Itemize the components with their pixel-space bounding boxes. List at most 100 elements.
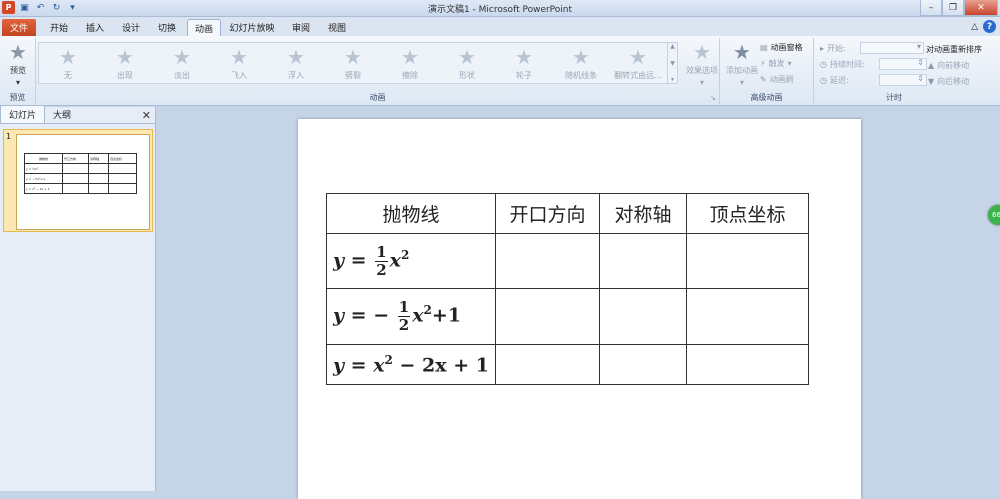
slide-canvas[interactable]: 抛物线 开口方向 对称轴 顶点坐标 y = 1 2 x2 y = − 1 2 x2+1 … (298, 119, 861, 499)
scroll-down-icon[interactable]: ▼ (670, 60, 675, 67)
scroll-up-icon[interactable]: ▲ (670, 43, 675, 50)
animation-split[interactable]: ★ 劈裂 (327, 46, 379, 86)
star-icon: ★ (515, 45, 533, 69)
duration-spinner[interactable] (878, 58, 927, 70)
trigger-button[interactable]: ⚡ 触发 ▾ (760, 58, 792, 69)
header-vertex[interactable]: 顶点坐标 (686, 193, 809, 234)
table-cell[interactable] (599, 344, 687, 385)
dropdown-arrow-icon: ▾ (15, 78, 20, 87)
tab-slideshow[interactable]: 幻灯片放映 (226, 19, 278, 36)
timing-group: ▸开始: ◷持续时间: ◷延迟: 对动画重新排序 ▲向前移动 ▼向后移动 计时 (814, 38, 1000, 104)
gallery-more-icon[interactable]: ▾ (671, 76, 674, 83)
start-field: ▸ 开始: (820, 42, 925, 54)
header-parabola[interactable]: 抛物线 (326, 193, 496, 234)
tab-design[interactable]: 设计 (114, 19, 148, 36)
tab-outline[interactable]: 大纲 (45, 106, 79, 123)
move-earlier-button[interactable]: ▲ 向前移动 (928, 60, 969, 71)
animation-none[interactable]: ★ 无 (42, 46, 94, 86)
equation-cell[interactable]: y = x2 − 2x + 1 (326, 344, 496, 385)
reorder-title: 对动画重新排序 (926, 45, 982, 54)
header-opening-direction[interactable]: 开口方向 (495, 193, 600, 234)
animation-wheel[interactable]: ★ 轮子 (498, 46, 550, 86)
table-cell[interactable] (686, 344, 809, 385)
tab-animations[interactable]: 动画 (187, 19, 221, 36)
animation-appear[interactable]: ★ 出现 (99, 46, 151, 86)
star-icon: ★ (59, 45, 77, 69)
advanced-animation-group: ★ 添加动画 ▾ ▤ 动画窗格 ⚡ 触发 ▾ ✎ 动画刷 高级动画 (720, 38, 814, 104)
star-icon: ★ (173, 45, 191, 69)
table-cell[interactable] (495, 233, 600, 289)
tab-slides[interactable]: 幻灯片 (0, 105, 46, 123)
collapse-ribbon-icon[interactable]: △ (971, 22, 978, 32)
equation-cell[interactable]: y = − 1 2 x2+1 (326, 288, 496, 345)
tab-view[interactable]: 视图 (320, 19, 354, 36)
close-window-button[interactable]: ✕ (964, 0, 998, 16)
title-bar: P ▣ ↶ ↻ ▾ 演示文稿1 - Microsoft PowerPoint –… (0, 0, 1000, 17)
addin-badge[interactable]: 66 (988, 205, 1000, 225)
ribbon: ★ 预览 ▾ 预览 ★ 无 ★ 出现 ★ 淡出 ★ 飞入 ★ 浮入 ★ 劈裂 ★ 擦除 ★ 形状… (0, 36, 1000, 106)
start-icon: ▸ (820, 43, 825, 53)
table-cell[interactable] (686, 233, 809, 289)
animation-fade[interactable]: ★ 淡出 (156, 46, 208, 86)
move-later-button[interactable]: ▼ 向后移动 (928, 76, 969, 87)
animation-painter-icon: ✎ (760, 75, 767, 84)
equation-cell[interactable]: y = 1 2 x2 (326, 233, 496, 289)
animation-fly-in[interactable]: ★ 飞入 (213, 46, 265, 86)
table-cell[interactable] (599, 288, 687, 345)
animation-grow-turn[interactable]: ★ 翻转式由远... (612, 46, 664, 86)
tab-home[interactable]: 开始 (42, 19, 76, 36)
help-icon[interactable]: ? (983, 20, 996, 33)
parabola-table[interactable]: 抛物线 开口方向 对称轴 顶点坐标 y = 1 2 x2 y = − 1 2 x2+1 … (326, 193, 809, 385)
add-animation-icon: ★ (733, 40, 751, 64)
animation-float-in[interactable]: ★ 浮入 (270, 46, 322, 86)
slides-panel: 幻灯片 大纲 ✕ 1 抛物线 开口方向 对称轴 顶点坐标 y = ½x² y =… (0, 105, 156, 491)
panel-tabs: 幻灯片 大纲 ✕ (0, 105, 155, 124)
table-cell[interactable] (495, 288, 600, 345)
table-cell[interactable] (599, 233, 687, 289)
delay-field: ◷ 延迟: (820, 74, 927, 86)
animation-wipe[interactable]: ★ 擦除 (384, 46, 436, 86)
slide-thumbnail[interactable]: 抛物线 开口方向 对称轴 顶点坐标 y = ½x² y = −½x²+1 y =… (16, 134, 150, 230)
minimize-button[interactable]: – (920, 0, 942, 16)
animation-group-label: 动画 (369, 93, 386, 102)
tab-transitions[interactable]: 切换 (150, 19, 184, 36)
star-icon: ★ (116, 45, 134, 69)
table-header-row: 抛物线 开口方向 对称轴 顶点坐标 (326, 193, 809, 234)
thumbnail-table: 抛物线 开口方向 对称轴 顶点坐标 y = ½x² y = −½x²+1 y =… (24, 153, 137, 194)
animation-shape[interactable]: ★ 形状 (441, 46, 493, 86)
animation-pane-button[interactable]: ▤ 动画窗格 (760, 42, 803, 53)
slide-number: 1 (6, 132, 12, 141)
tab-review[interactable]: 审阅 (284, 19, 318, 36)
header-axis-of-symmetry[interactable]: 对称轴 (599, 193, 687, 234)
trigger-icon: ⚡ (760, 59, 766, 68)
slide-editing-area: 抛物线 开口方向 对称轴 顶点坐标 y = 1 2 x2 y = − 1 2 x2+1 … (157, 107, 1000, 499)
animation-gallery: ★ 无 ★ 出现 ★ 淡出 ★ 飞入 ★ 浮入 ★ 劈裂 ★ 擦除 ★ 形状 ★ 轮子 ★ 随机线条… (38, 42, 678, 84)
delay-spinner[interactable] (878, 74, 927, 86)
timing-group-label: 计时 (886, 93, 902, 102)
window-controls: – ❐ ✕ (920, 0, 998, 16)
start-dropdown[interactable] (860, 42, 925, 54)
close-panel-icon[interactable]: ✕ (142, 109, 151, 122)
table-cell[interactable] (495, 344, 600, 385)
duration-icon: ◷ (820, 59, 827, 69)
animation-group: ★ 无 ★ 出现 ★ 淡出 ★ 飞入 ★ 浮入 ★ 劈裂 ★ 擦除 ★ 形状 ★ 轮子 ★ 随机线条… (36, 38, 720, 104)
table-row: y = 1 2 x2 (326, 233, 809, 289)
table-row: y = x2 − 2x + 1 (326, 344, 809, 385)
tab-file[interactable]: 文件 (2, 19, 36, 36)
dialog-launcher-icon[interactable]: ↘ (710, 94, 716, 102)
table-cell[interactable] (686, 288, 809, 345)
tab-insert[interactable]: 插入 (78, 19, 112, 36)
down-arrow-icon: ▼ (928, 77, 935, 86)
restore-button[interactable]: ❐ (942, 0, 964, 16)
star-icon: ★ (458, 45, 476, 69)
effect-options-icon: ★ (693, 40, 711, 64)
animation-painter-button[interactable]: ✎ 动画刷 (760, 74, 794, 85)
ribbon-tabs: 文件 开始 插入 设计 切换 动画 幻灯片放映 审阅 视图 △ ? (0, 17, 1000, 36)
star-icon: ★ (629, 45, 647, 69)
preview-star-icon: ★ (9, 40, 27, 64)
window-title: 演示文稿1 - Microsoft PowerPoint (427, 5, 573, 15)
star-icon: ★ (344, 45, 362, 69)
preview-group-label: 预览 (9, 93, 26, 102)
animation-random-bars[interactable]: ★ 随机线条 (555, 46, 607, 86)
slide-thumbnail-selected[interactable]: 1 抛物线 开口方向 对称轴 顶点坐标 y = ½x² y = −½x²+1 y… (3, 129, 153, 232)
